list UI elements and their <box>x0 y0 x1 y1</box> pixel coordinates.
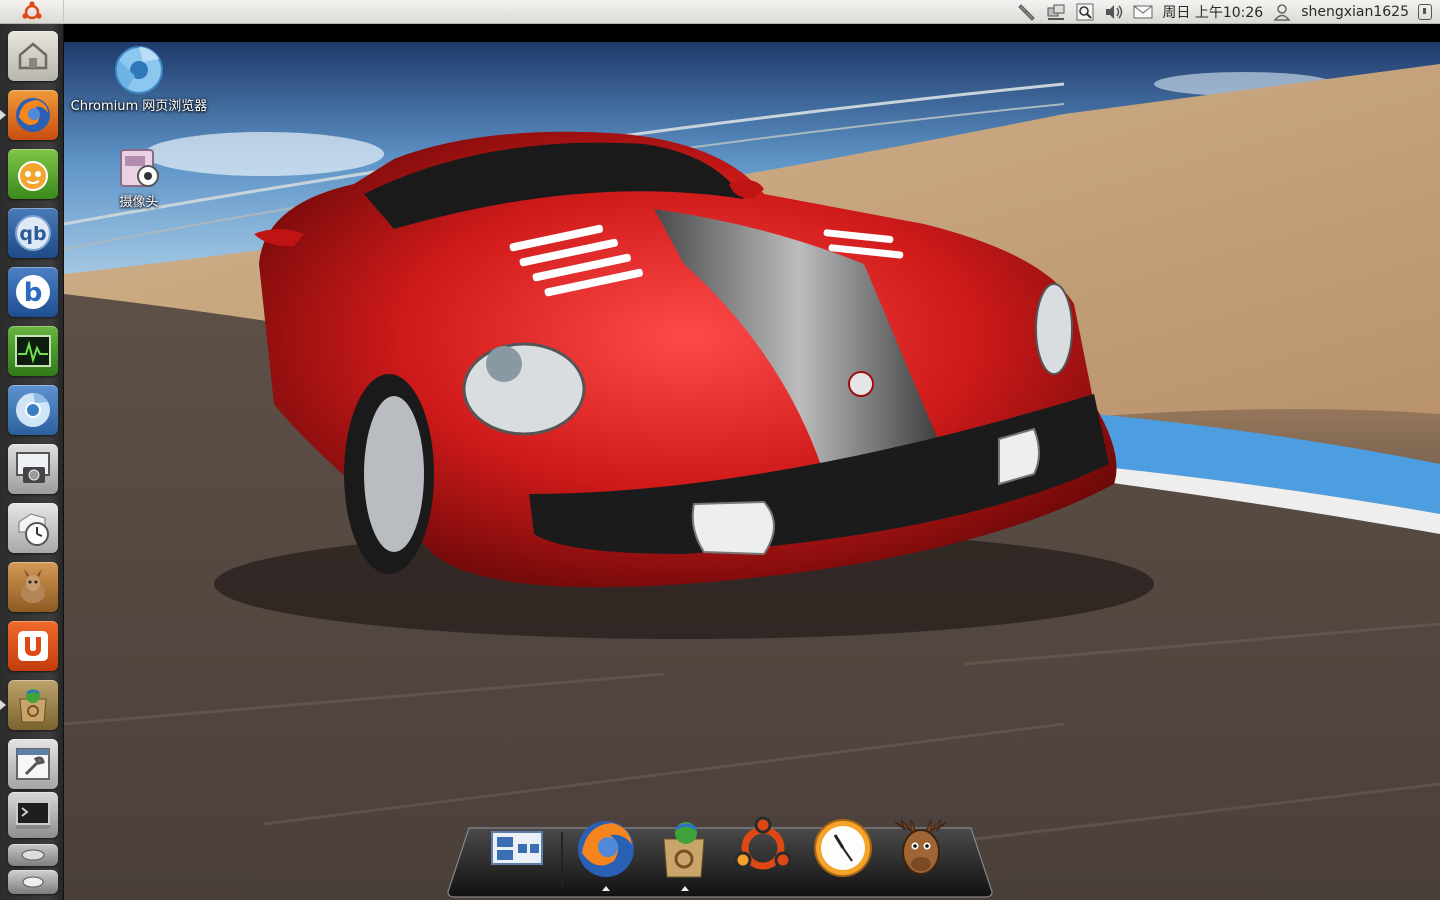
home-folder-icon <box>18 42 48 70</box>
disk-icon <box>21 849 45 861</box>
system-tray: 周日 上午10:26 shengxian1625 <box>1017 0 1440 24</box>
desktop-top-edge <box>64 24 1440 42</box>
camera-desktop-icon[interactable]: 摄像头 <box>64 148 214 211</box>
ubuntu-logo-button[interactable] <box>0 0 64 24</box>
svg-text:b: b <box>24 278 43 308</box>
launcher-pps-player[interactable] <box>8 149 58 199</box>
settings-icon <box>16 748 50 780</box>
launcher-home-folder[interactable] <box>8 31 58 81</box>
desktop-icon-label: Chromium 网页浏览器 <box>70 99 208 114</box>
launcher-system-monitor[interactable] <box>8 326 58 376</box>
moose-icon <box>894 819 948 875</box>
ubuntu-one-icon <box>18 631 48 661</box>
top-panel: 周日 上午10:26 shengxian1625 <box>0 0 1440 24</box>
desktop-icon-label: 摄像头 <box>119 195 159 210</box>
dock-ubuntu[interactable] <box>731 814 795 882</box>
ubuntu-icon <box>734 816 792 870</box>
qbittorrent-icon: qb <box>15 215 51 251</box>
launcher-folded-item[interactable] <box>8 844 58 866</box>
terminal-icon <box>16 801 50 829</box>
svg-text:qb: qb <box>19 223 46 245</box>
webcam-icon <box>120 149 159 187</box>
launcher-settings[interactable] <box>8 739 58 789</box>
running-indicator <box>681 886 689 891</box>
clock-datetime[interactable]: 周日 上午10:26 <box>1162 2 1263 22</box>
launcher-backup[interactable] <box>8 503 58 553</box>
dock-moose[interactable] <box>889 814 953 882</box>
chromium-icon <box>115 46 163 94</box>
chromium-desktop-icon[interactable]: Chromium 网页浏览器 <box>64 44 214 115</box>
firefox-icon <box>16 98 50 132</box>
pps-player-icon <box>18 161 48 191</box>
running-indicator <box>602 886 610 891</box>
launcher-chromium[interactable] <box>8 385 58 435</box>
running-indicator <box>0 700 6 710</box>
wallpaper-image <box>64 42 1440 900</box>
firefox-icon <box>578 821 634 877</box>
time-backup-icon <box>18 513 49 546</box>
launcher-folded-item[interactable] <box>8 870 58 894</box>
running-indicator <box>0 110 6 120</box>
network-tools-icon[interactable] <box>1017 2 1037 22</box>
launcher-qbittorrent[interactable]: qb <box>8 208 58 258</box>
username-menu[interactable]: shengxian1625 <box>1301 4 1409 20</box>
mail-icon[interactable] <box>1133 2 1153 22</box>
search-icon[interactable] <box>1075 2 1095 22</box>
emesene-icon <box>21 569 45 603</box>
chromium-icon <box>16 393 50 427</box>
launcher-firefox[interactable] <box>8 90 58 140</box>
software-center-icon <box>663 822 705 878</box>
launcher-terminal[interactable] <box>8 792 58 838</box>
clock-icon <box>814 819 872 877</box>
launcher-emesene[interactable] <box>8 562 58 612</box>
network-icon[interactable] <box>1046 2 1066 22</box>
system-monitor-icon <box>15 335 51 367</box>
user-icon <box>1272 2 1292 22</box>
dock-workspace-switcher[interactable] <box>485 814 549 882</box>
screenshot-icon <box>16 452 50 483</box>
workspace-switcher-icon <box>491 831 543 865</box>
dock-clock[interactable] <box>811 814 875 882</box>
trash-icon <box>22 876 44 888</box>
software-center-icon <box>19 689 47 723</box>
volume-icon[interactable] <box>1104 2 1124 22</box>
power-icon[interactable] <box>1418 3 1432 20</box>
blueman-icon: b <box>16 275 50 309</box>
dock-software-center[interactable] <box>652 814 716 882</box>
launcher-ubuntu-one[interactable] <box>8 621 58 671</box>
launcher-software-center[interactable] <box>8 680 58 730</box>
launcher: qb b <box>0 24 64 900</box>
launcher-screenshot[interactable] <box>8 444 58 494</box>
desktop[interactable]: Chromium 网页浏览器 摄像头 <box>64 24 1440 900</box>
launcher-blueman[interactable]: b <box>8 267 58 317</box>
ubuntu-logo-icon <box>21 0 42 19</box>
dock-firefox[interactable] <box>574 814 638 882</box>
